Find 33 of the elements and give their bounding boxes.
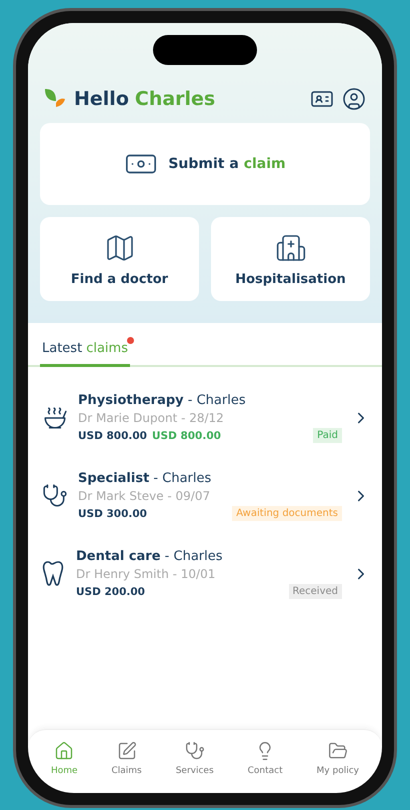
claim-title: Physiotherapy - Charles (78, 393, 247, 408)
status-tag: Received (288, 584, 342, 599)
doctor-date-text: Dr Mark Steve - 09/07 (78, 489, 212, 503)
bowl-icon (42, 405, 68, 431)
pen-document-icon (116, 741, 137, 761)
amount-text: USD 800.00 (78, 430, 147, 442)
user-name: Charles (134, 88, 216, 110)
stethoscope-icon (42, 483, 68, 509)
profile-icon[interactable] (342, 87, 366, 111)
action-card-button[interactable]: Find a doctor (40, 217, 199, 301)
house-icon (54, 741, 74, 761)
amount-text: USD 300.00 (78, 508, 147, 520)
nav-tab[interactable]: Services (170, 740, 220, 777)
nav-tab[interactable]: Claims (105, 740, 148, 777)
claim-title: Dental care - Charles (76, 549, 224, 564)
amount-text: USD 200.00 (76, 586, 145, 598)
tab[interactable]: Latest claims (40, 337, 130, 367)
doctor-date-text: Dr Marie Dupont - 28/12 (78, 411, 225, 425)
status-tag: Paid (313, 428, 342, 443)
leaf-logo-icon (44, 88, 66, 110)
doctor-date-text: Dr Henry Smith - 10/01 (76, 567, 216, 581)
submit-claim-button[interactable]: Submit a claim (40, 123, 370, 205)
tooth-icon (42, 560, 66, 588)
reimbursed-amount-text: USD 800.00 (152, 430, 221, 442)
nav-tab[interactable]: Home (44, 740, 84, 777)
stethoscope-icon (184, 741, 205, 761)
claim-title: Specialist - Charles (78, 471, 212, 486)
nav-tab[interactable]: My policy (310, 740, 365, 777)
nav-tab[interactable]: Contact (242, 740, 289, 777)
folder-icon (328, 741, 348, 761)
action-card-button[interactable]: Hospitalisation (211, 217, 370, 301)
status-tag: Awaiting documents (232, 506, 342, 521)
greeting-text: Hello (74, 88, 129, 110)
